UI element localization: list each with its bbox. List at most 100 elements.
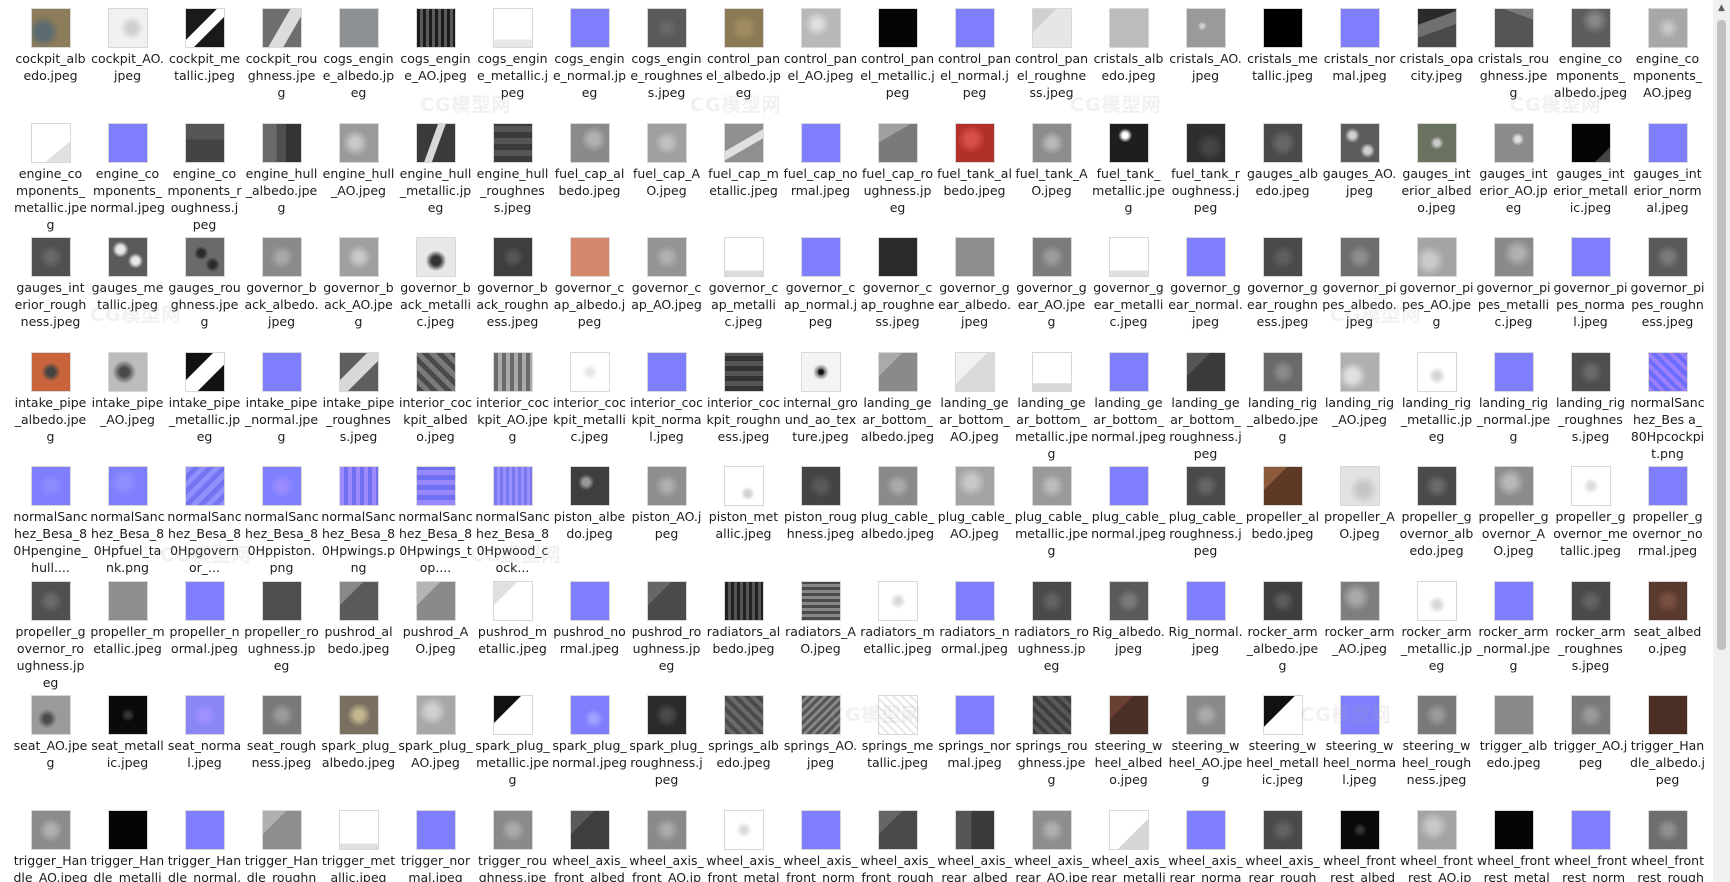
file-item[interactable]: pushrod_albedo.jpeg: [320, 573, 397, 687]
file-item[interactable]: cristals_albedo.jpeg: [1090, 0, 1167, 114]
file-item[interactable]: cockpit_albedo.jpeg: [12, 0, 89, 114]
file-item[interactable]: pushrod_normal.jpeg: [551, 573, 628, 687]
file-item[interactable]: propeller_AO.jpeg: [1321, 458, 1398, 572]
file-item[interactable]: Rig_albedo.jpeg: [1090, 573, 1167, 687]
file-item[interactable]: cristals_opacity.jpeg: [1398, 0, 1475, 114]
file-item[interactable]: fuel_cap_AO.jpeg: [628, 115, 705, 229]
file-item[interactable]: trigger_metallic.jpeg: [320, 802, 397, 882]
file-item[interactable]: intake_pipe_roughness.jpeg: [320, 344, 397, 458]
file-item[interactable]: seat_AO.jpeg: [12, 687, 89, 801]
file-item[interactable]: springs_normal.jpeg: [936, 687, 1013, 801]
file-item[interactable]: intake_pipe_metallic.jpeg: [166, 344, 243, 458]
file-item[interactable]: gauges_roughness.jpeg: [166, 229, 243, 343]
file-item[interactable]: propeller_normal.jpeg: [166, 573, 243, 687]
file-item[interactable]: rocker_arm_AO.jpeg: [1321, 573, 1398, 687]
file-item[interactable]: wheel_axis_rear_normal.jpeg: [1167, 802, 1244, 882]
file-item[interactable]: engine_components_albedo.jpeg: [1552, 0, 1629, 114]
file-item[interactable]: governor_back_roughness.jpeg: [474, 229, 551, 343]
file-item[interactable]: spark_plug_AO.jpeg: [397, 687, 474, 801]
file-item[interactable]: steering_wheel_normal.jpeg: [1321, 687, 1398, 801]
file-item[interactable]: plug_cable_AO.jpeg: [936, 458, 1013, 572]
file-item[interactable]: internal_ground_ao_texture.jpeg: [782, 344, 859, 458]
file-item[interactable]: landing_rig_metallic.jpeg: [1398, 344, 1475, 458]
file-item[interactable]: governor_cap_albedo.jpeg: [551, 229, 628, 343]
file-item[interactable]: intake_pipe_albedo.jpeg: [12, 344, 89, 458]
file-item[interactable]: governor_cap_AO.jpeg: [628, 229, 705, 343]
file-item[interactable]: engine_hull_metallic.jpeg: [397, 115, 474, 229]
file-item[interactable]: radiators_albedo.jpeg: [705, 573, 782, 687]
file-item[interactable]: propeller_governor_roughness.jpeg: [12, 573, 89, 690]
file-item[interactable]: steering_wheel_roughness.jpeg: [1398, 687, 1475, 801]
file-item[interactable]: landing_rig_normal.jpeg: [1475, 344, 1552, 458]
file-item[interactable]: propeller_albedo.jpeg: [1244, 458, 1321, 572]
file-item[interactable]: plug_cable_normal.jpeg: [1090, 458, 1167, 572]
file-item[interactable]: wheel_axis_rear_AO.jpeg: [1013, 802, 1090, 882]
file-item[interactable]: governor_pipes_normal.jpeg: [1552, 229, 1629, 343]
file-item[interactable]: propeller_metallic.jpeg: [89, 573, 166, 687]
file-item[interactable]: landing_gear_bottom_metallic.jpeg: [1013, 344, 1090, 461]
file-item[interactable]: landing_gear_bottom_AO.jpeg: [936, 344, 1013, 458]
file-item[interactable]: governor_gear_roughness.jpeg: [1244, 229, 1321, 343]
file-item[interactable]: gauges_interior_AO.jpeg: [1475, 115, 1552, 229]
file-item[interactable]: cogs_engine_normal.jpeg: [551, 0, 628, 114]
file-item[interactable]: piston_albedo.jpeg: [551, 458, 628, 572]
file-item[interactable]: governor_cap_roughness.jpeg: [859, 229, 936, 343]
file-item[interactable]: wheel_axis_rear_metallic.jpeg: [1090, 802, 1167, 882]
vertical-scrollbar[interactable]: ▲: [1713, 0, 1730, 882]
file-item[interactable]: governor_cap_metallic.jpeg: [705, 229, 782, 343]
file-item[interactable]: radiators_roughness.jpeg: [1013, 573, 1090, 687]
file-item[interactable]: normalSanchez_Besa_80Hpfuel_tank.png: [89, 458, 166, 575]
file-item[interactable]: cogs_engine_AO.jpeg: [397, 0, 474, 114]
file-item[interactable]: trigger_albedo.jpeg: [1475, 687, 1552, 801]
file-item[interactable]: wheel_axis_rear_albedo.jpeg: [936, 802, 1013, 882]
file-item[interactable]: springs_albedo.jpeg: [705, 687, 782, 801]
file-item[interactable]: seat_roughness.jpeg: [243, 687, 320, 801]
file-item[interactable]: governor_back_metallic.jpeg: [397, 229, 474, 343]
file-item[interactable]: trigger_Handle_normal.jpeg: [166, 802, 243, 882]
file-item[interactable]: propeller_governor_normal.jpeg: [1629, 458, 1706, 572]
file-item[interactable]: pushrod_metallic.jpeg: [474, 573, 551, 687]
file-item[interactable]: spark_plug_roughness.jpeg: [628, 687, 705, 801]
file-item[interactable]: normalSanchez_Besa_80Hpwings.png: [320, 458, 397, 575]
file-item[interactable]: gauges_interior_albedo.jpeg: [1398, 115, 1475, 229]
file-item[interactable]: control_panel_roughness.jpeg: [1013, 0, 1090, 114]
file-item[interactable]: interior_cockpit_AO.jpeg: [474, 344, 551, 458]
file-item[interactable]: fuel_tank_albedo.jpeg: [936, 115, 1013, 229]
file-item[interactable]: intake_pipe_AO.jpeg: [89, 344, 166, 458]
file-item[interactable]: cristals_AO.jpeg: [1167, 0, 1244, 114]
file-item[interactable]: springs_roughness.jpeg: [1013, 687, 1090, 801]
file-item[interactable]: wheel_front_rest_metallic.jpeg: [1475, 802, 1552, 882]
file-item[interactable]: piston_metallic.jpeg: [705, 458, 782, 572]
file-item[interactable]: trigger_AO.jpeg: [1552, 687, 1629, 801]
file-item[interactable]: landing_gear_bottom_albedo.jpeg: [859, 344, 936, 458]
file-item[interactable]: control_panel_normal.jpeg: [936, 0, 1013, 114]
file-item[interactable]: normalSanchez_Besa_80Hpwood_cock...: [474, 458, 551, 575]
file-item[interactable]: landing_gear_bottom_normal.jpeg: [1090, 344, 1167, 458]
file-item[interactable]: seat_normal.jpeg: [166, 687, 243, 801]
file-item[interactable]: trigger_Handle_AO.jpeg: [12, 802, 89, 882]
file-item[interactable]: engine_hull_roughness.jpeg: [474, 115, 551, 229]
file-item[interactable]: landing_rig_roughness.jpeg: [1552, 344, 1629, 458]
file-item[interactable]: wheel_axis_rear_roughness.jpeg: [1244, 802, 1321, 882]
file-item[interactable]: propeller_roughness.jpeg: [243, 573, 320, 687]
file-item[interactable]: trigger_Handle_metallic.jpeg: [89, 802, 166, 882]
file-item[interactable]: wheel_front_rest_normal.jpeg: [1552, 802, 1629, 882]
file-item[interactable]: fuel_tank_metallic.jpeg: [1090, 115, 1167, 229]
file-item[interactable]: springs_metallic.jpeg: [859, 687, 936, 801]
file-item[interactable]: wheel_front_rest_AO.jpeg: [1398, 802, 1475, 882]
file-item[interactable]: trigger_Handle_roughness.jpeg: [243, 802, 320, 882]
file-item[interactable]: engine_hull_albedo.jpeg: [243, 115, 320, 229]
file-item[interactable]: propeller_governor_AO.jpeg: [1475, 458, 1552, 572]
file-item[interactable]: landing_rig_AO.jpeg: [1321, 344, 1398, 458]
file-item[interactable]: wheel_front_rest_albedo.jpeg: [1321, 802, 1398, 882]
file-item[interactable]: normalSanchez_Besa_80Hppiston.png: [243, 458, 320, 575]
file-item[interactable]: fuel_cap_metallic.jpeg: [705, 115, 782, 229]
file-item[interactable]: governor_back_AO.jpeg: [320, 229, 397, 343]
file-item[interactable]: interior_cockpit_albedo.jpeg: [397, 344, 474, 458]
file-item[interactable]: governor_cap_normal.jpeg: [782, 229, 859, 343]
scroll-up-arrow-icon[interactable]: ▲: [1713, 0, 1730, 17]
file-item[interactable]: engine_hull_AO.jpeg: [320, 115, 397, 229]
file-item[interactable]: cristals_normal.jpeg: [1321, 0, 1398, 114]
file-item[interactable]: cockpit_metallic.jpeg: [166, 0, 243, 114]
file-item[interactable]: rocker_arm_albedo.jpeg: [1244, 573, 1321, 687]
